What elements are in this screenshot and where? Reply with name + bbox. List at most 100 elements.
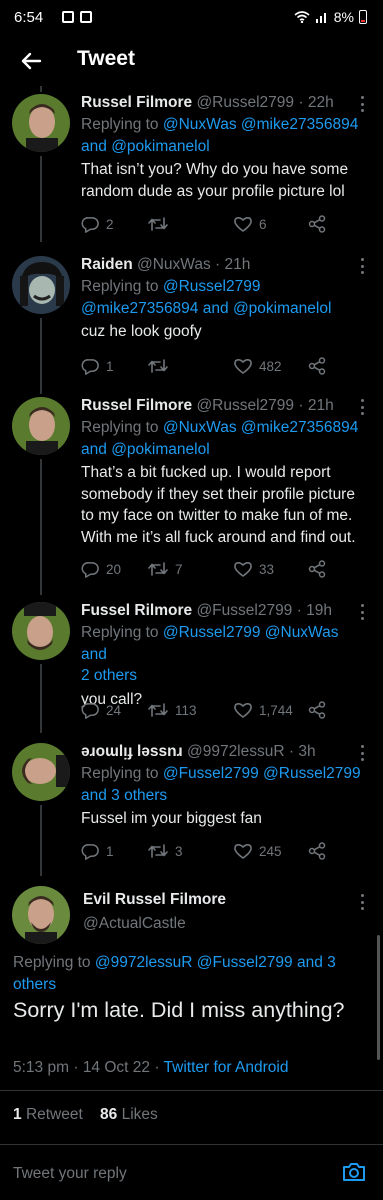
like-button[interactable]: 245 — [233, 840, 282, 862]
like-button[interactable]: 1,744 — [233, 699, 293, 721]
tweet-time: 3h — [298, 743, 316, 760]
author-name[interactable]: Evil Russel Filmore — [83, 891, 226, 909]
avatar[interactable] — [12, 886, 70, 944]
author-handle[interactable]: @NuxWas — [137, 256, 211, 273]
likes-stat[interactable]: 86 Likes — [100, 1106, 158, 1123]
replying-to: Replying to @NuxWas @mike27356894 and @p… — [81, 419, 359, 458]
back-arrow-icon — [21, 52, 42, 70]
retweet-count: 3 — [175, 843, 183, 859]
scrollbar[interactable] — [377, 935, 380, 1060]
thread-line — [40, 664, 42, 733]
avatar[interactable] — [12, 743, 70, 801]
others-link[interactable]: others — [13, 976, 56, 993]
reply-count: 1 — [106, 358, 114, 374]
author-handle[interactable]: @Russel2799 — [196, 397, 294, 414]
reply-tweet[interactable]: Russel Filmore @Russel2799 · 21h Replyin… — [0, 395, 383, 595]
tweet-text: Fussel im your biggest fan — [81, 810, 262, 827]
reply-count: 1 — [106, 843, 114, 859]
tweet-time: 21h — [307, 397, 334, 414]
mention-link[interactable]: @Fussel2799 @Russel2799 — [163, 765, 361, 782]
mention-link[interactable]: @pokimanelol — [233, 300, 331, 317]
mention-link[interactable]: @mike27356894 — [81, 300, 198, 317]
retweet-button[interactable] — [147, 213, 175, 235]
avatar[interactable] — [12, 256, 70, 314]
author-name[interactable]: Fussel Rilmore — [81, 602, 192, 619]
tweet-source[interactable]: Twitter for Android — [164, 1059, 289, 1076]
avatar[interactable] — [12, 397, 70, 455]
share-icon — [308, 560, 326, 578]
like-button[interactable]: 482 — [233, 355, 282, 377]
retweet-button[interactable]: 7 — [147, 558, 183, 580]
share-button[interactable] — [307, 699, 327, 721]
mention-link[interactable]: @NuxWas @mike27356894 — [163, 116, 358, 133]
tweet-actions: 1 482 — [81, 355, 331, 377]
retweet-button[interactable]: 113 — [147, 699, 197, 721]
like-button[interactable]: 6 — [233, 213, 267, 235]
reply-input[interactable]: Tweet your reply — [13, 1165, 127, 1183]
author-name[interactable]: Russel Filmore — [81, 94, 192, 111]
reply-button[interactable]: 2 — [81, 213, 114, 235]
reply-button[interactable]: 24 — [81, 699, 121, 721]
retweet-button[interactable]: 3 — [147, 840, 183, 862]
author-name[interactable]: ǝɹoɯlᴉɟ lǝssnɹ — [81, 743, 183, 760]
reply-tweet[interactable]: ǝɹoɯlᴉɟ lǝssnɹ @9972lessuR · 3h Replying… — [0, 741, 383, 876]
share-button[interactable] — [307, 213, 327, 235]
retweet-icon — [148, 703, 168, 717]
mention-link[interactable]: @Russel2799 — [163, 278, 261, 295]
mention-link[interactable]: @NuxWas @mike27356894 — [163, 419, 358, 436]
others-link[interactable]: and 3 others — [81, 787, 167, 804]
reply-tweet[interactable]: Fussel Rilmore @Fussel2799 · 19h Replyin… — [0, 600, 383, 733]
author-name[interactable]: Russel Filmore — [81, 397, 192, 414]
like-count: 245 — [259, 843, 282, 859]
notification-icon — [62, 11, 74, 23]
replying-to: Replying to @Russel2799 @NuxWas and 2 ot… — [81, 624, 339, 684]
share-button[interactable] — [307, 840, 327, 862]
others-link[interactable]: 2 others — [81, 667, 137, 684]
tweet-time: 19h — [306, 602, 332, 619]
tweet-text: cuz he look goofy — [81, 323, 202, 340]
avatar[interactable] — [12, 94, 70, 152]
divider — [0, 1090, 383, 1091]
camera-button[interactable] — [341, 1159, 367, 1185]
retweet-count: 113 — [175, 702, 197, 718]
like-button[interactable]: 33 — [233, 558, 274, 580]
retweet-button[interactable] — [147, 355, 175, 377]
thread-line — [40, 805, 42, 876]
reply-button[interactable]: 1 — [81, 355, 114, 377]
reply-button[interactable]: 20 — [81, 558, 121, 580]
page-title: Tweet — [77, 47, 135, 70]
author-handle[interactable]: @Fussel2799 — [196, 602, 292, 619]
retweets-stat[interactable]: 1 Retweet — [13, 1106, 83, 1123]
mention-link[interactable]: @9972lessuR @Fussel2799 — [95, 954, 293, 971]
reply-tweet[interactable]: Raiden @NuxWas · 21h Replying to @Russel… — [0, 254, 383, 394]
reply-icon — [81, 702, 99, 719]
camera-icon — [343, 1163, 365, 1181]
author-name[interactable]: Raiden — [81, 256, 133, 273]
retweet-icon — [148, 562, 168, 576]
reply-icon — [81, 843, 99, 860]
share-button[interactable] — [307, 558, 327, 580]
tweet-meta: 5:13 pm · 14 Oct 22 · Twitter for Androi… — [13, 1059, 289, 1076]
tweet-actions: 24 113 1,744 — [81, 699, 331, 721]
back-button[interactable] — [14, 44, 48, 78]
like-count: 33 — [259, 561, 275, 577]
more-button[interactable] — [357, 894, 367, 910]
status-right: 8% — [294, 9, 367, 25]
mention-link[interactable]: @pokimanelol — [111, 138, 209, 155]
avatar[interactable] — [12, 602, 70, 660]
share-button[interactable] — [307, 355, 327, 377]
mention-link[interactable]: @pokimanelol — [111, 441, 209, 458]
tweet-text: Sorry I'm late. Did I miss anything? — [13, 998, 345, 1022]
retweet-icon — [148, 217, 168, 231]
reply-button[interactable]: 1 — [81, 840, 114, 862]
retweet-icon — [148, 844, 168, 858]
reply-count: 24 — [106, 702, 122, 718]
author-handle[interactable]: @ActualCastle — [83, 915, 186, 933]
others-link[interactable]: and 3 — [297, 954, 336, 971]
mention-link[interactable]: @Russel2799 @NuxWas — [163, 624, 339, 641]
author-handle[interactable]: @9972lessuR — [187, 743, 285, 760]
tweet-actions: 2 6 — [81, 213, 331, 235]
reply-icon — [81, 561, 99, 578]
author-handle[interactable]: @Russel2799 — [196, 94, 294, 111]
reply-tweet[interactable]: Russel Filmore @Russel2799 · 22h Replyin… — [0, 92, 383, 242]
